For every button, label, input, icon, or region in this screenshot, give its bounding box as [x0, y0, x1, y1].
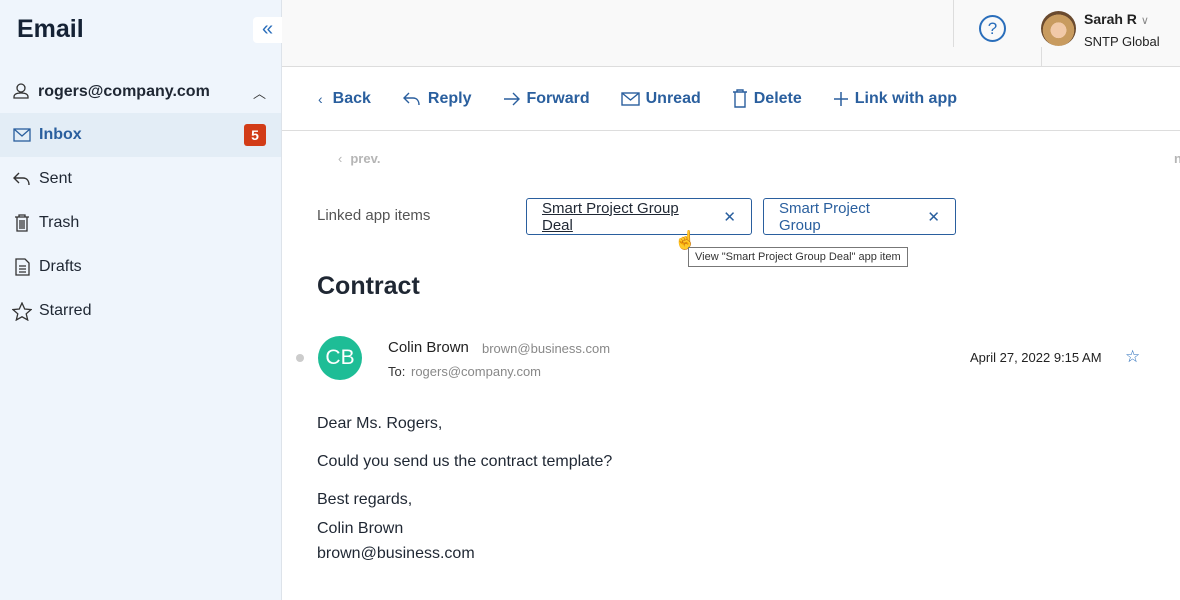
trash-icon: [12, 214, 32, 232]
sidebar-item-drafts[interactable]: Drafts: [0, 245, 281, 289]
chevron-down-icon: ∨: [1140, 15, 1149, 27]
user-icon: [12, 81, 30, 104]
to-label: To:: [388, 364, 406, 379]
sidebar: Email « rogers@company.com ︿ Inbox 5 Sen…: [0, 0, 282, 600]
read-status-dot[interactable]: [296, 354, 304, 362]
account-email: rogers@company.com: [38, 83, 210, 100]
reply-button[interactable]: Reply: [402, 90, 472, 108]
plus-icon: [833, 91, 849, 107]
linked-item-link[interactable]: Smart Project Group Deal: [542, 200, 706, 234]
collapse-sidebar-button[interactable]: «: [253, 17, 282, 43]
reply-label: Reply: [427, 89, 472, 107]
close-icon[interactable]: ✕: [723, 208, 736, 226]
message-subject: Contract: [317, 272, 420, 300]
body-line: brown@business.com: [317, 545, 475, 562]
star-icon: [12, 301, 32, 321]
sidebar-item-trash[interactable]: Trash: [0, 201, 281, 245]
unread-button[interactable]: Unread: [620, 89, 701, 108]
document-icon: [12, 258, 32, 276]
chevron-left-icon: ‹: [338, 151, 343, 166]
next-message-link[interactable]: n: [1174, 151, 1180, 166]
tooltip: View "Smart Project Group Deal" app item: [688, 247, 908, 267]
recipient-email: rogers@company.com: [411, 364, 541, 379]
sender-email: brown@business.com: [482, 341, 611, 356]
delete-label: Delete: [753, 89, 802, 107]
chevron-left-icon: ‹: [318, 90, 323, 107]
body-line: Could you send us the contract template?: [317, 453, 613, 470]
link-with-app-button[interactable]: Link with app: [833, 90, 957, 108]
message-toolbar: ‹ Back Reply Forward Unread Delete Link w…: [282, 67, 1180, 131]
sidebar-item-sent[interactable]: Sent: [0, 157, 281, 201]
linked-item-chip[interactable]: Smart Project Group ✕: [763, 198, 956, 235]
user-menu[interactable]: Sarah R ∨: [1084, 11, 1149, 27]
sidebar-item-label: Trash: [39, 214, 80, 231]
back-label: Back: [332, 89, 371, 107]
user-org: SNTP Global: [1084, 34, 1160, 49]
prev-message-link[interactable]: ‹ prev.: [338, 151, 380, 166]
forward-button[interactable]: Forward: [503, 90, 590, 108]
body-line: Dear Ms. Rogers,: [317, 415, 443, 432]
linked-item-chip[interactable]: Smart Project Group Deal ✕: [526, 198, 752, 235]
envelope-icon: [12, 128, 32, 142]
user-name: Sarah R: [1084, 11, 1137, 27]
trash-icon: [732, 89, 748, 108]
double-chevron-left-icon: «: [261, 18, 274, 40]
help-button[interactable]: ?: [979, 15, 1006, 42]
sidebar-item-label: Drafts: [39, 258, 82, 275]
reply-icon: [12, 171, 32, 187]
star-icon[interactable]: ☆: [1125, 347, 1140, 367]
divider: [1041, 47, 1042, 67]
body-line: Best regards,: [317, 491, 413, 508]
message-date: April 27, 2022 9:15 AM: [970, 350, 1102, 365]
sidebar-item-label: Starred: [39, 302, 92, 319]
sender-avatar: CB: [318, 336, 362, 380]
back-button[interactable]: ‹ Back: [318, 90, 371, 108]
unread-count-badge: 5: [244, 124, 266, 146]
envelope-icon: [620, 91, 640, 106]
sidebar-item-label: Sent: [39, 170, 72, 187]
chevron-up-icon: ︿: [252, 85, 266, 101]
sidebar-item-starred[interactable]: Starred: [0, 289, 281, 333]
account-selector[interactable]: rogers@company.com ︿: [0, 76, 282, 108]
arrow-right-icon: [503, 92, 521, 106]
sender-name: Colin Brown: [388, 339, 469, 356]
sidebar-item-inbox[interactable]: Inbox 5: [0, 113, 281, 157]
link-label: Link with app: [854, 89, 957, 107]
divider: [953, 0, 954, 47]
close-icon[interactable]: ✕: [927, 208, 940, 226]
reply-icon: [402, 91, 422, 107]
user-avatar[interactable]: [1041, 11, 1076, 46]
delete-button[interactable]: Delete: [732, 89, 802, 108]
linked-item-link[interactable]: Smart Project Group: [779, 200, 910, 234]
forward-label: Forward: [526, 89, 590, 107]
linked-items-label: Linked app items: [317, 207, 431, 224]
prev-label: prev.: [350, 151, 381, 166]
app-title: Email: [17, 15, 84, 43]
unread-label: Unread: [645, 89, 701, 107]
sidebar-item-label: Inbox: [39, 126, 82, 143]
question-icon: ?: [987, 19, 998, 38]
body-line: Colin Brown: [317, 520, 404, 537]
